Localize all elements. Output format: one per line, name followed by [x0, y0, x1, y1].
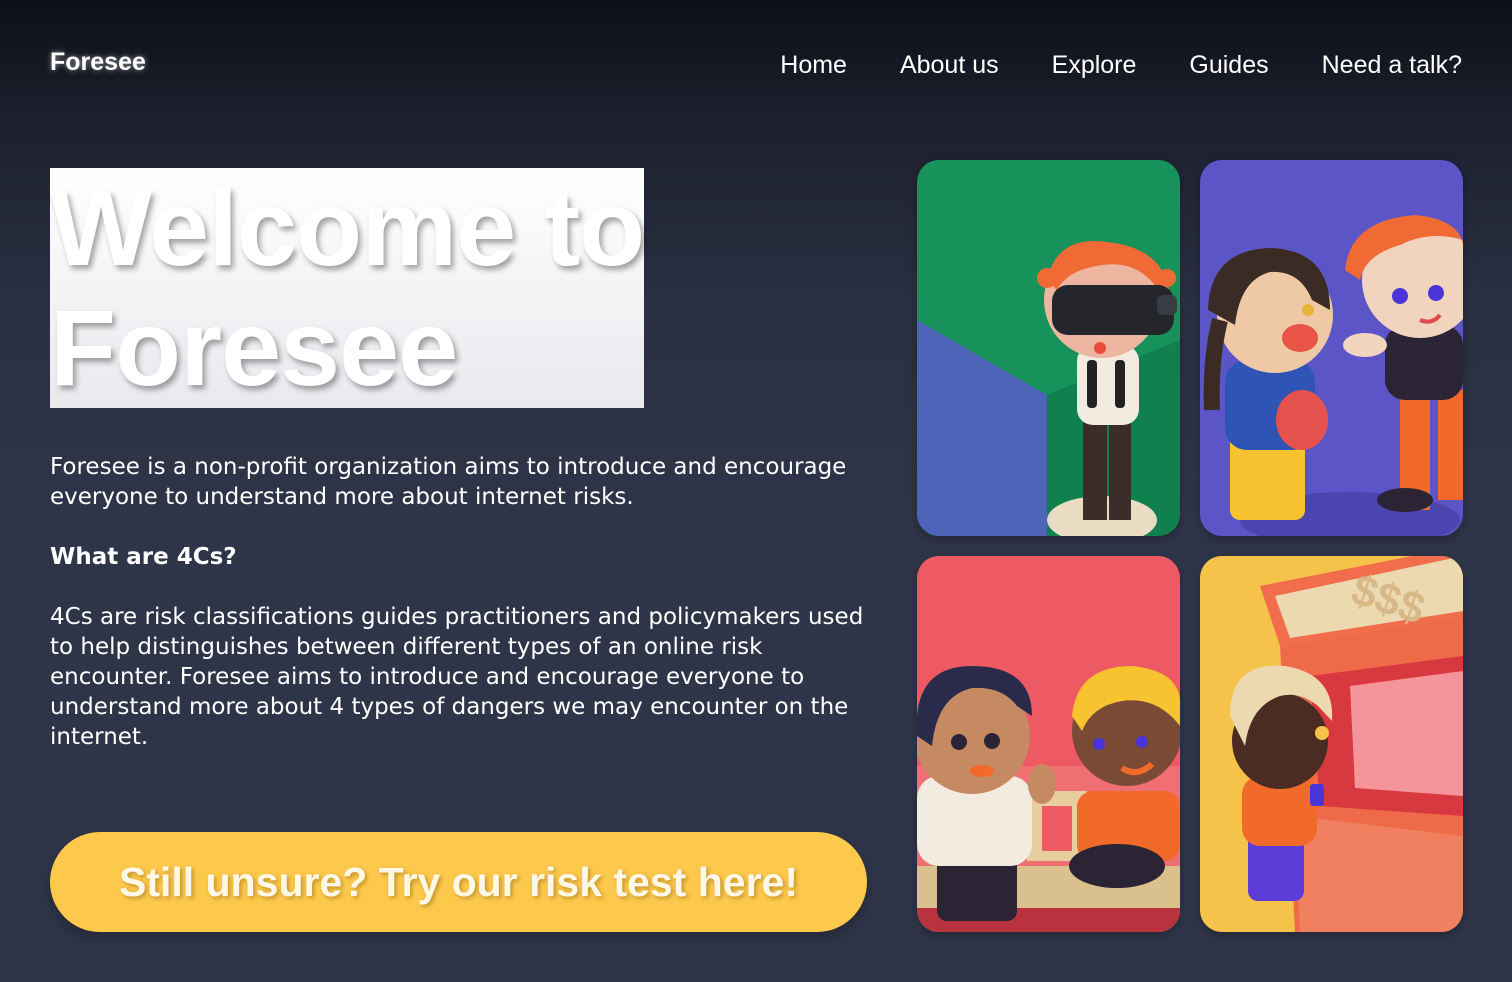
hero-title-line-1: Welcome to [50, 167, 645, 288]
nav-link-explore[interactable]: Explore [1052, 48, 1137, 82]
intro-paragraph: Foresee is a non-profit organization aim… [50, 454, 847, 510]
logo[interactable]: Foresee [50, 48, 146, 77]
nav-link-need-a-talk[interactable]: Need a talk? [1322, 48, 1462, 82]
illustration-shop-counter: $$$ [1200, 556, 1463, 932]
nav-links: Home About us Explore Guides Need a talk… [780, 48, 1462, 82]
illustration-children-sitting [917, 556, 1180, 932]
illustration-grid: $$$ [917, 160, 1463, 932]
nav-link-guides[interactable]: Guides [1189, 48, 1268, 82]
vr-child-image [917, 160, 1180, 536]
top-navigation: Foresee Home About us Explore Guides Nee… [0, 0, 1512, 130]
hero-title-line-2: Foresee [50, 287, 458, 408]
illustration-vr-child [917, 160, 1180, 536]
illustration-friends-talking [1200, 160, 1463, 536]
friends-talking-image [1200, 160, 1463, 536]
nav-link-home[interactable]: Home [780, 48, 847, 82]
intro-content: Foresee is a non-profit organization aim… [50, 452, 880, 752]
section-subheading: What are 4Cs? [50, 544, 237, 570]
shop-counter-image: $$$ [1200, 556, 1463, 932]
body-paragraph: 4Cs are risk classifications guides prac… [50, 604, 864, 750]
nav-link-about-us[interactable]: About us [900, 48, 999, 82]
hero-title: Welcome to Foresee [50, 167, 645, 408]
risk-test-button[interactable]: Still unsure? Try our risk test here! [50, 832, 867, 932]
children-sitting-image [917, 556, 1180, 932]
